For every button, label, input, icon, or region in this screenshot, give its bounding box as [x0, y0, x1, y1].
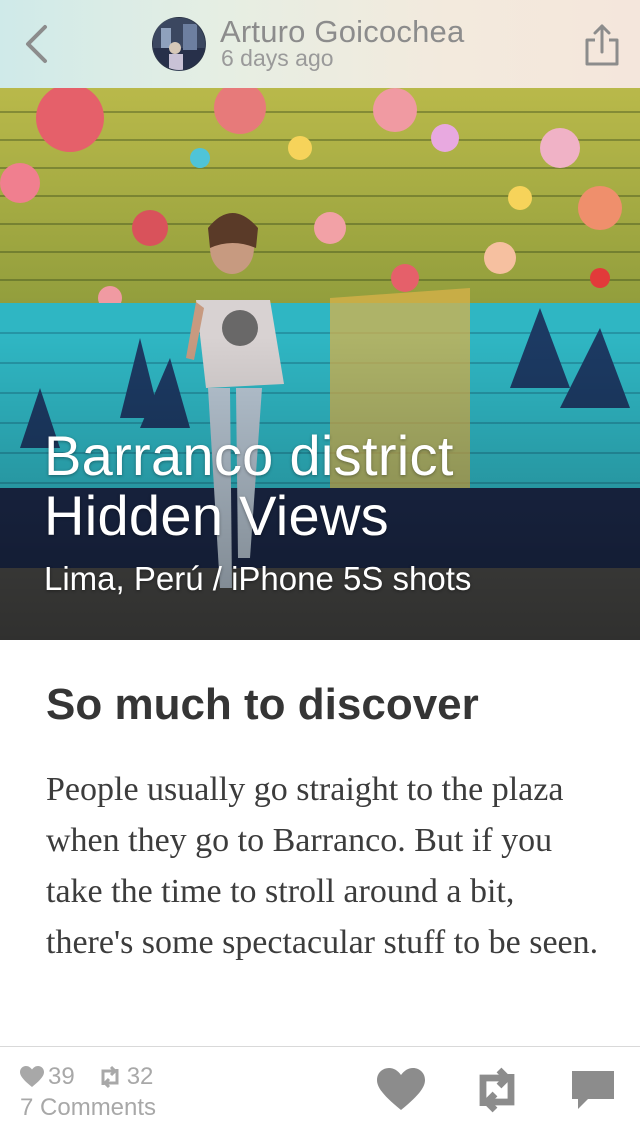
mural-photo	[0, 88, 640, 640]
story-subtitle: Lima, Perú / iPhone 5S shots	[44, 560, 472, 597]
chevron-left-icon	[26, 25, 47, 63]
share-icon	[585, 24, 619, 66]
like-button[interactable]	[374, 1065, 428, 1115]
like-count: 39	[20, 1063, 75, 1091]
bottom-action-bar: 39 32 7 Comments	[0, 1046, 640, 1136]
heart-icon	[377, 1068, 425, 1110]
hero-image: Barranco district Hidden Views Lima, Per…	[0, 88, 640, 640]
top-bar: Arturo Goicochea 6 days ago	[0, 0, 640, 88]
repost-icon	[101, 1065, 119, 1089]
heart-icon	[20, 1066, 44, 1087]
post-timestamp: 6 days ago	[221, 45, 334, 71]
article-paragraph: People usually go straight to the plaza …	[46, 771, 599, 961]
share-button[interactable]	[580, 20, 624, 70]
engagement-stats: 39 32	[20, 1063, 175, 1091]
repost-icon	[479, 1067, 515, 1113]
like-count-value: 39	[48, 1063, 75, 1090]
back-button[interactable]	[16, 22, 56, 66]
story-title: Barranco district Hidden Views	[44, 424, 454, 547]
repost-count-value: 32	[126, 1063, 154, 1090]
avatar[interactable]	[152, 17, 206, 71]
repost-button[interactable]	[470, 1065, 524, 1115]
section-heading: So much to discover	[46, 680, 479, 729]
comments-link[interactable]: 7 Comments	[20, 1094, 156, 1122]
comment-icon	[572, 1071, 614, 1109]
comment-button[interactable]	[566, 1065, 620, 1115]
repost-count: 32	[97, 1063, 154, 1091]
avatar-image	[153, 18, 205, 70]
